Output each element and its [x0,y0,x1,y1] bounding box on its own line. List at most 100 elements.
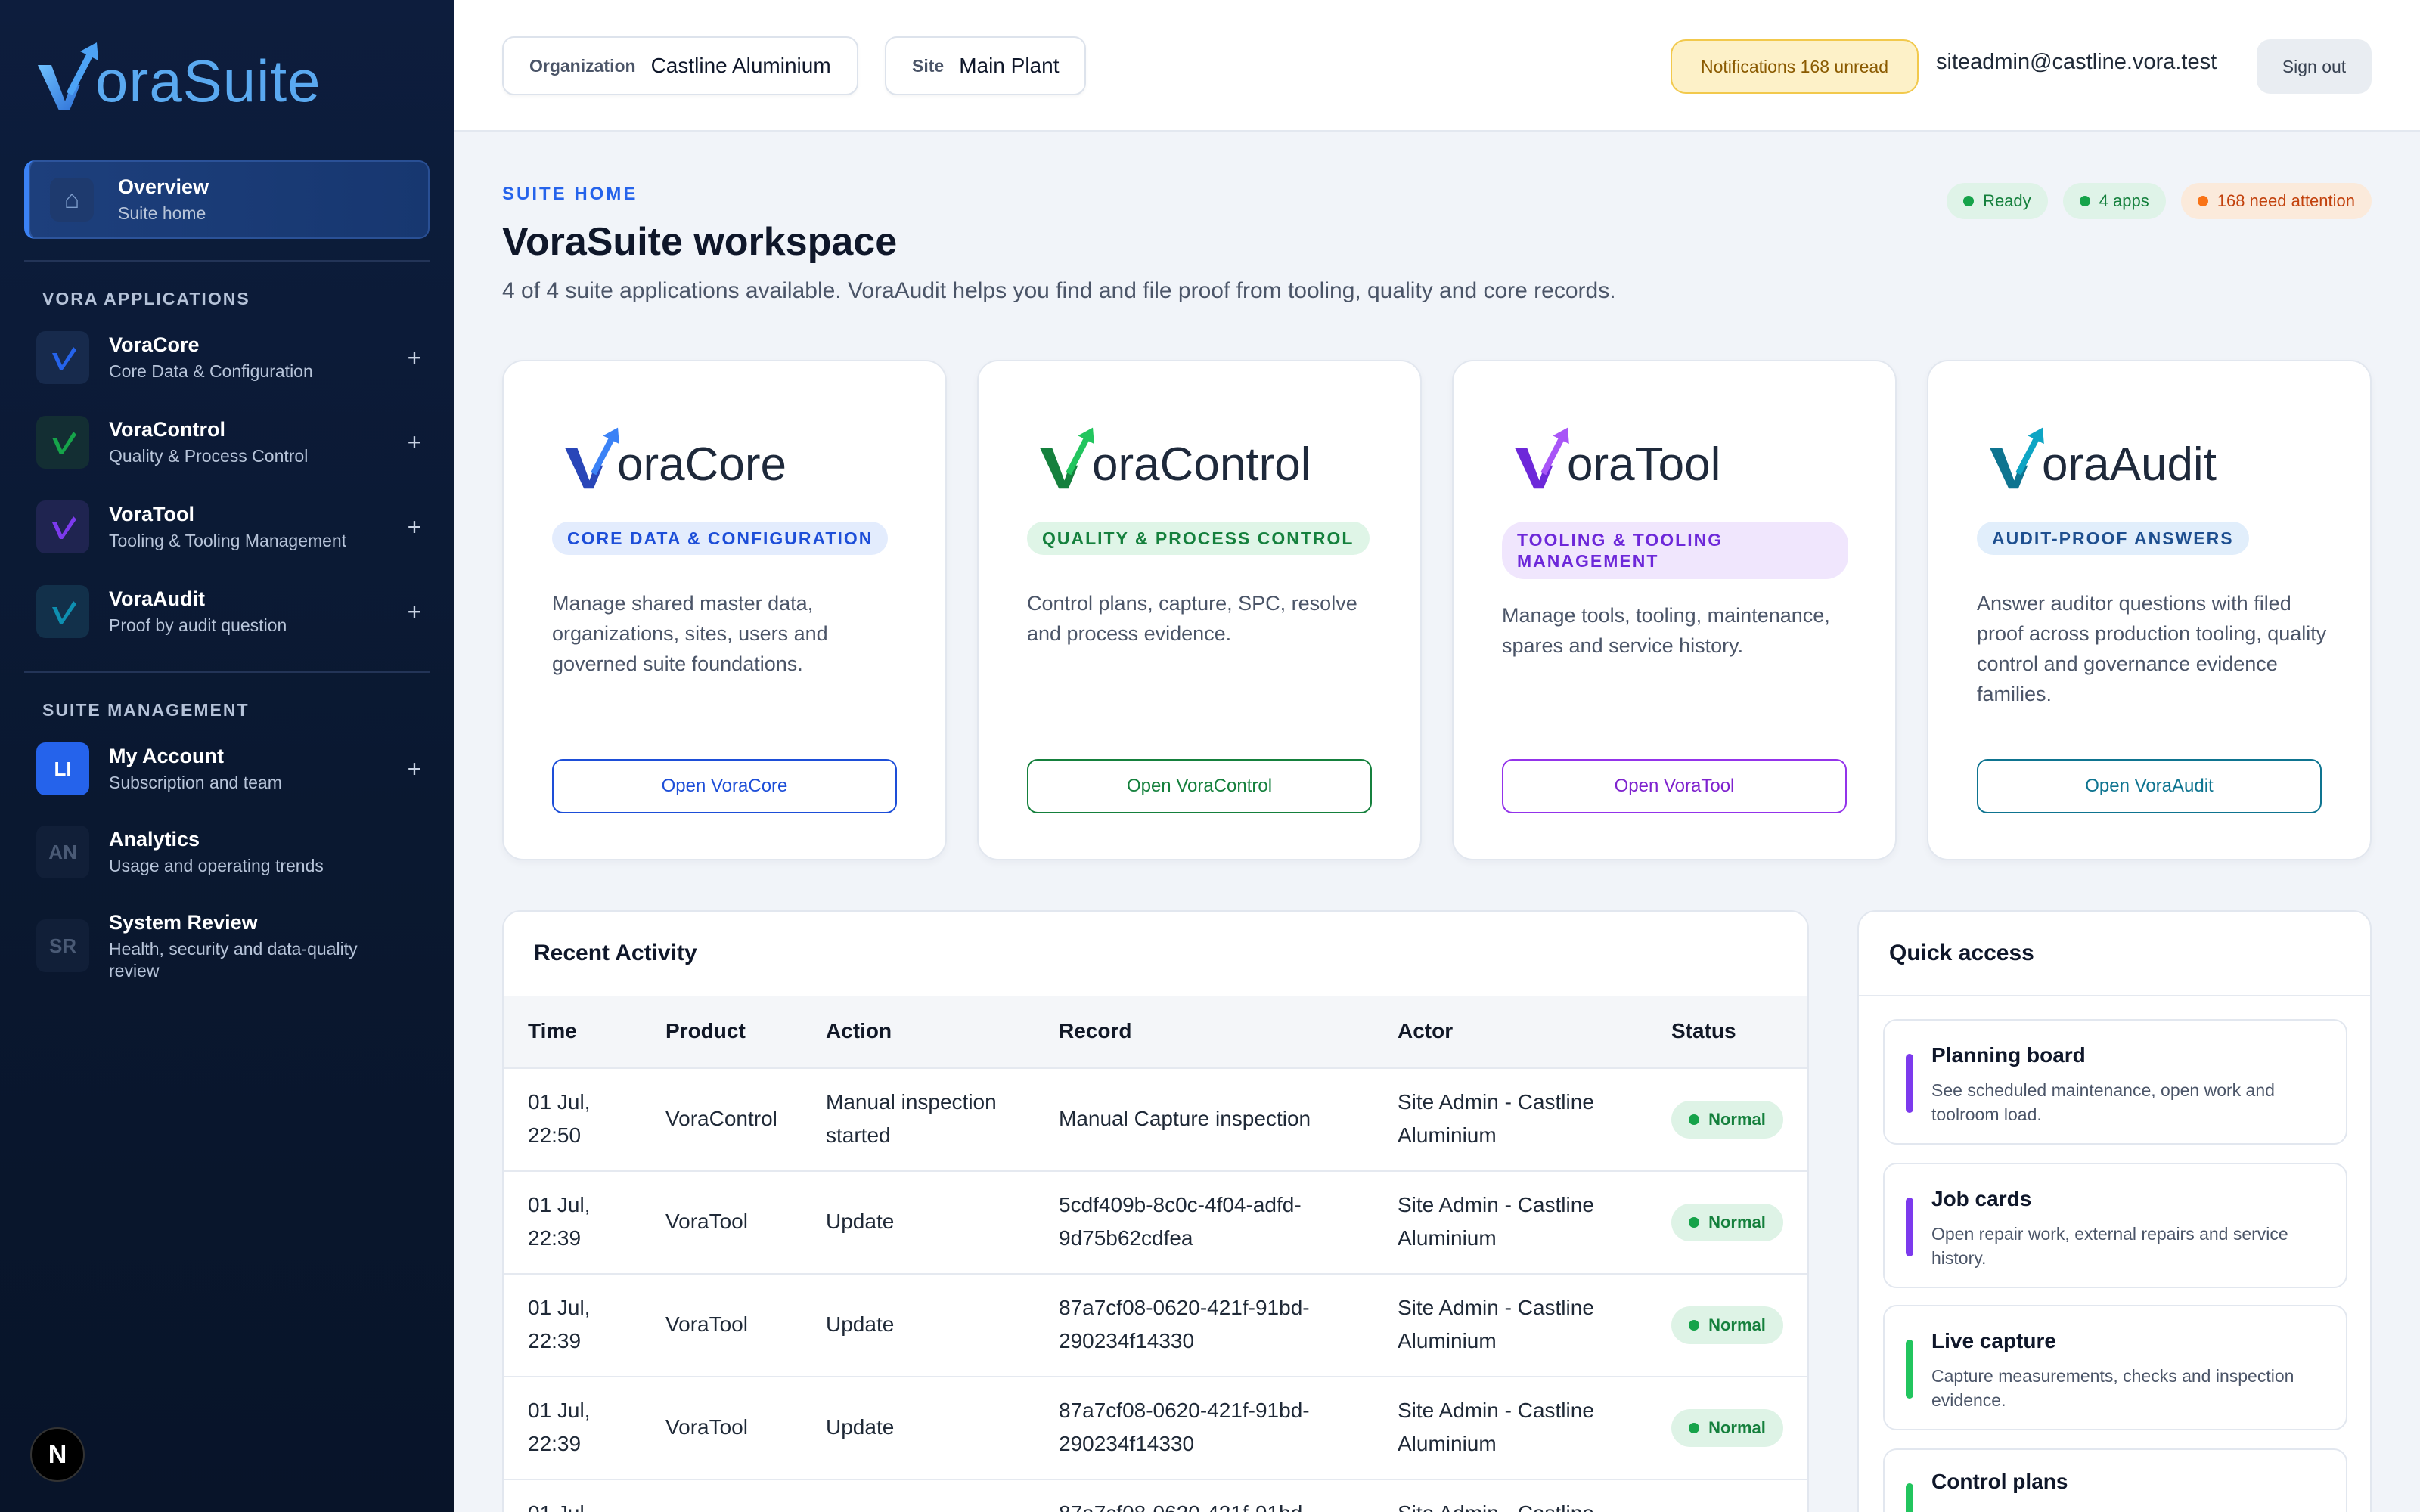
sidebar-item-sublabel: Suite home [118,203,206,223]
quick-access-item-desc: See scheduled maintenance, open work and… [1931,1080,2275,1124]
status-badge: Normal [1671,1101,1783,1139]
voratool-logo: oraTool [1512,422,1720,490]
table-row[interactable]: 01 Jul, 22:39 VoraTool Update 5cdf409b-8c… [504,1172,1807,1275]
account-avatar: LI [36,742,89,795]
cell-action: Manual inspection started [826,1090,997,1147]
quick-access-job-cards[interactable]: Job cards Open repair work, external rep… [1883,1163,2347,1288]
sidebar-section-management: SUITE MANAGEMENT [42,700,250,720]
expand-plus-icon[interactable]: + [399,344,430,372]
sidebar-item-voracontrol[interactable]: VoraControl Quality & Process Control + [36,408,430,476]
open-voracore-button[interactable]: Open VoraCore [552,759,897,813]
sidebar-item-overview[interactable]: ⌂ Overview Suite home [24,160,430,239]
logo-wordmark: oraControl [1092,438,1311,491]
quick-access-item-desc: Open repair work, external repairs and s… [1931,1224,2288,1268]
table-row[interactable]: 01 Jul, 22:39 VoraTool Update 87a7cf08-06… [504,1275,1807,1377]
expand-plus-icon[interactable]: + [399,429,430,457]
status-chips: Ready 4 apps 168 need attention [1947,183,2372,219]
user-email: siteadmin@castline.vora.test [1936,50,2217,74]
recent-activity-title: Recent Activity [534,940,697,965]
brand-logo[interactable]: oraSuite [36,36,321,112]
table-row[interactable]: 01 Jul, 87a7cf08-0620-421f-91bd- Site Ad… [504,1480,1807,1512]
sidebar-item-my-account[interactable]: LI My Account Subscription and team + [36,735,430,803]
table-row[interactable]: 01 Jul, 22:50 VoraControl Manual inspecti… [504,1069,1807,1172]
column-header-time[interactable]: Time [528,1019,577,1043]
voracore-logo: oraCore [563,422,786,490]
home-icon: ⌂ [50,178,94,222]
expand-plus-icon[interactable]: + [399,513,430,541]
voracontrol-icon [36,416,89,469]
sidebar-item-label: Analytics [109,828,200,850]
column-header-action[interactable]: Action [826,1019,892,1043]
cell-actor: Site Admin - Castline Aluminium [1398,1399,1594,1455]
voratool-icon [36,500,89,553]
quick-access-control-plans[interactable]: Control plans [1883,1448,2347,1512]
sidebar-item-voracore[interactable]: VoraCore Core Data & Configuration + [36,324,430,392]
site-selector[interactable]: Site Main Plant [885,36,1087,95]
sidebar-item-sublabel: Subscription and team [109,773,282,792]
sidebar-item-voratool[interactable]: VoraTool Tooling & Tooling Management + [36,493,430,561]
app-card-voracontrol: oraControl QUALITY & PROCESS CONTROL Con… [977,360,1422,860]
app-root: oraSuite ⌂ Overview Suite home VORA APPL… [0,0,2420,1512]
open-voracontrol-button[interactable]: Open VoraControl [1027,759,1372,813]
app-description: Control plans, capture, SPC, resolve and… [1027,592,1357,645]
dev-tools-badge[interactable]: N [30,1427,85,1482]
cell-product: VoraTool [666,1415,748,1439]
logo-wordmark: oraAudit [2042,438,2217,491]
organization-selector[interactable]: Organization Castline Aluminium [502,36,858,95]
organization-label: Organization [529,55,636,76]
site-label: Site [912,55,945,76]
table-row[interactable]: 01 Jul, 22:39 VoraTool Update 87a7cf08-06… [504,1377,1807,1480]
logo-wordmark: oraTool [1567,438,1721,491]
open-voraaudit-button[interactable]: Open VoraAudit [1977,759,2322,813]
sidebar-item-sublabel: Core Data & Configuration [109,361,313,381]
sidebar-divider [24,260,430,262]
voracore-v-icon [565,427,619,489]
activity-table-header: Time Product Action Record Actor Status [504,996,1807,1069]
sidebar-item-sublabel: review [109,960,160,981]
sidebar-divider [24,671,430,673]
quick-access-live-capture[interactable]: Live capture Capture measurements, check… [1883,1305,2347,1430]
app-description: Manage tools, tooling, maintenance, spar… [1502,604,1830,657]
status-dot-icon [1689,1320,1700,1331]
status-dot-icon [1963,196,1975,206]
quick-access-title: Quick access [1889,940,2034,965]
column-header-actor[interactable]: Actor [1398,1019,1453,1043]
voracontrol-v-icon [1040,427,1094,489]
vora-v-logo-icon [38,42,98,110]
page-eyebrow: SUITE HOME [502,184,638,204]
sidebar-item-sublabel: Usage and operating trends [109,856,324,875]
accent-bar [1906,1483,1913,1512]
expand-plus-icon[interactable]: + [399,755,430,783]
voratool-v-icon [1515,427,1569,489]
sidebar-item-voraaudit[interactable]: VoraAudit Proof by audit question + [36,578,430,646]
quick-access-item-title: Control plans [1931,1470,2068,1493]
sidebar-section-apps: VORA APPLICATIONS [42,289,250,308]
sidebar-item-analytics[interactable]: AN Analytics Usage and operating trends [36,818,430,886]
notifications-button[interactable]: Notifications 168 unread [1671,39,1919,94]
column-header-product[interactable]: Product [666,1019,746,1043]
logo-wordmark: oraCore [617,438,786,491]
voraaudit-v-icon [1990,427,2044,489]
app-description: Answer auditor questions with filed proo… [1977,592,2327,705]
sidebar-item-system-review[interactable]: SR System Review Health, security and da… [36,911,430,981]
column-header-status[interactable]: Status [1671,1019,1736,1043]
cell-product: VoraControl [666,1107,777,1130]
column-header-record[interactable]: Record [1059,1019,1131,1043]
status-chip-attention: 168 need attention [2180,183,2372,219]
voraaudit-icon [36,585,89,638]
system-review-avatar: SR [36,919,89,972]
cell-action: Update [826,1210,895,1233]
sign-out-button[interactable]: Sign out [2257,39,2372,94]
sidebar-item-sublabel: Tooling & Tooling Management [109,531,347,550]
cell-product: VoraTool [666,1312,748,1336]
expand-plus-icon[interactable]: + [399,598,430,626]
cell-actor: Site Admin - Castline [1398,1497,1594,1512]
voracontrol-logo: oraControl [1038,422,1311,490]
cell-actor: Site Admin - Castline Aluminium [1398,1296,1594,1352]
app-category-tag: TOOLING & TOOLING MANAGEMENT [1502,522,1848,579]
cell-record: 87a7cf08-0620-421f-91bd- 290234f14330 [1059,1399,1310,1455]
accent-bar [1906,1054,1913,1113]
open-voratool-button[interactable]: Open VoraTool [1502,759,1847,813]
voracore-icon [36,331,89,384]
quick-access-planning-board[interactable]: Planning board See scheduled maintenance… [1883,1019,2347,1145]
